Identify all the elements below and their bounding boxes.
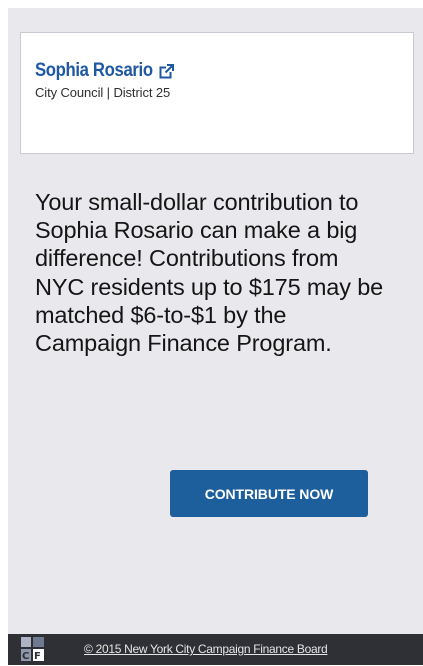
candidate-name-link[interactable]: Sophia Rosario bbox=[35, 60, 153, 82]
svg-text:F: F bbox=[34, 651, 41, 661]
svg-text:C: C bbox=[22, 651, 29, 661]
contribution-message: Your small-dollar contribution to Sophia… bbox=[35, 189, 384, 357]
footer-bar: C F © 2015 New York City Campaign Financ… bbox=[8, 634, 423, 665]
contribute-now-button[interactable]: CONTRIBUTE NOW bbox=[170, 470, 368, 517]
candidate-card: Sophia Rosario City Council | District 2… bbox=[20, 32, 414, 154]
cfb-logo-icon: C F bbox=[21, 637, 44, 662]
footer-copyright-link[interactable]: © 2015 New York City Campaign Finance Bo… bbox=[84, 642, 328, 656]
candidate-name-row: Sophia Rosario bbox=[35, 59, 413, 83]
external-link-icon[interactable] bbox=[159, 64, 174, 79]
candidate-office: City Council | District 25 bbox=[35, 85, 171, 100]
